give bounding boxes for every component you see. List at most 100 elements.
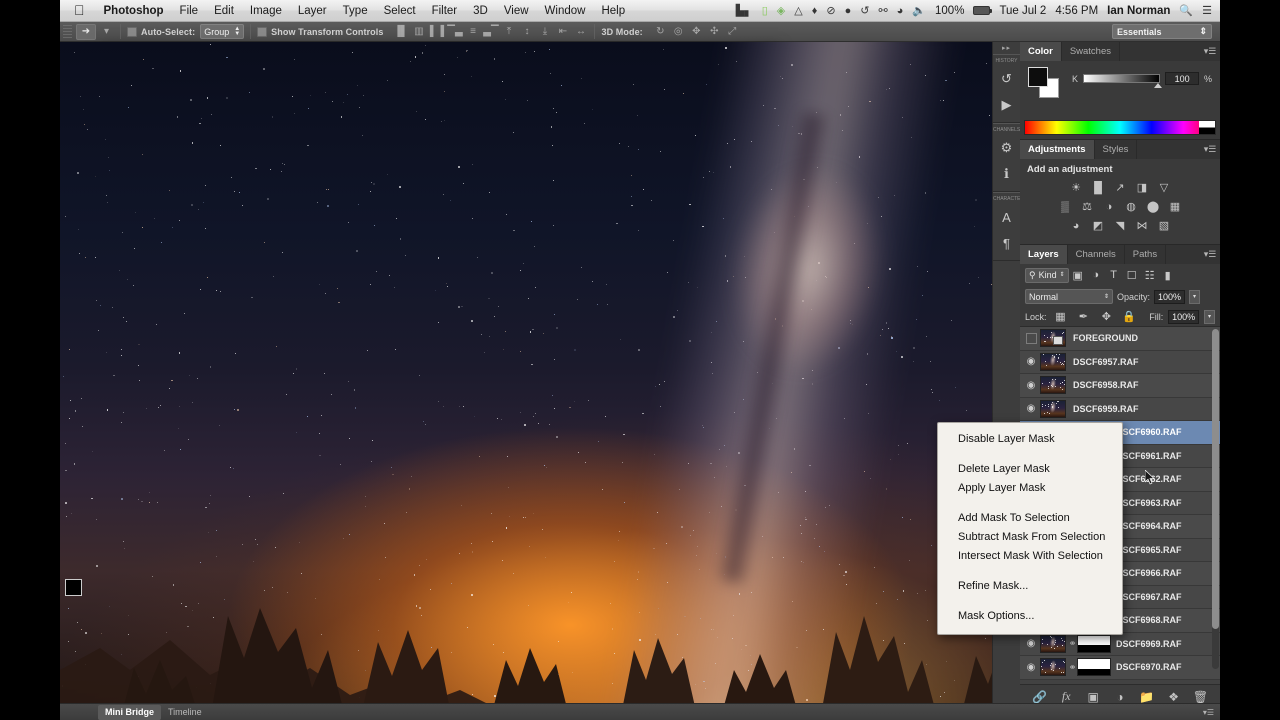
filter-smart-icon[interactable]: ☷ bbox=[1141, 267, 1159, 283]
history-icon[interactable]: ↺ bbox=[995, 67, 1019, 91]
bottom-bar-menu-icon[interactable]: ▾☰ bbox=[1203, 708, 1220, 717]
new-layer-icon[interactable]: ❖ bbox=[1165, 690, 1183, 704]
color-balance-icon[interactable]: ⚖ bbox=[1078, 198, 1097, 215]
distribute-left-icon[interactable]: ⇤ bbox=[555, 24, 570, 39]
layer-name[interactable]: DSCF6967.RAF bbox=[1116, 592, 1182, 602]
volume-icon[interactable]: 🔈 bbox=[912, 4, 926, 17]
properties-icon[interactable]: ⚙ bbox=[995, 136, 1019, 160]
new-adjustment-layer-icon[interactable]: ◑ bbox=[1111, 690, 1129, 704]
cloud-icon[interactable]: △ bbox=[794, 4, 802, 17]
layer-name[interactable]: DSCF6969.RAF bbox=[1116, 639, 1182, 649]
context-menu-item-add-mask-to-selection[interactable]: Add Mask To Selection bbox=[938, 509, 1122, 528]
hue-saturation-icon[interactable]: ▒ bbox=[1056, 198, 1075, 215]
tab-styles[interactable]: Styles bbox=[1095, 140, 1138, 159]
channel-mixer-icon[interactable]: ⬤ bbox=[1144, 198, 1163, 215]
menu-item-window[interactable]: Window bbox=[537, 5, 594, 17]
eye-visible-icon[interactable]: ◉ bbox=[1022, 403, 1040, 414]
distribute-top-icon[interactable]: ⤒ bbox=[501, 24, 516, 39]
pan-3d-icon[interactable]: ✥ bbox=[689, 24, 704, 39]
foreground-color-swatch[interactable] bbox=[65, 579, 82, 596]
dock-grip[interactable]: ▸▸ bbox=[993, 42, 1020, 54]
align-right-edges-icon[interactable]: ▌▐ bbox=[429, 24, 444, 39]
layer-row[interactable]: ◉ ⚭ DSCF6969.RAF bbox=[1020, 633, 1220, 657]
layer-name[interactable]: DSCF6959.RAF bbox=[1073, 404, 1139, 414]
opacity-stepper[interactable]: ▾ bbox=[1189, 290, 1200, 304]
link-layers-icon[interactable]: 🔗 bbox=[1030, 690, 1048, 704]
tab-paths[interactable]: Paths bbox=[1125, 245, 1166, 264]
filter-toggle-switch[interactable]: ▮ bbox=[1159, 267, 1177, 283]
invert-icon[interactable]: ◕ bbox=[1067, 217, 1086, 234]
panel-menu-icon[interactable]: ▾☰ bbox=[1200, 140, 1220, 159]
layer-name[interactable]: DSCF6961.RAF bbox=[1116, 451, 1182, 461]
align-horizontal-centers-icon[interactable]: ▥ bbox=[411, 24, 426, 39]
layer-name[interactable]: DSCF6964.RAF bbox=[1116, 521, 1182, 531]
distribute-bottom-icon[interactable]: ⤓ bbox=[537, 24, 552, 39]
menu-item-select[interactable]: Select bbox=[376, 5, 424, 17]
layer-list-scrollbar[interactable] bbox=[1212, 329, 1219, 669]
tab-layers[interactable]: Layers bbox=[1020, 245, 1068, 264]
eye-visible-icon[interactable]: ◉ bbox=[1022, 356, 1040, 367]
lock-image-icon[interactable]: ✒ bbox=[1074, 309, 1092, 325]
apple-icon[interactable]:  bbox=[60, 2, 96, 20]
eye-visible-icon[interactable]: ◉ bbox=[1022, 638, 1040, 649]
layer-name[interactable]: DSCF6966.RAF bbox=[1116, 568, 1182, 578]
layer-name[interactable]: DSCF6960.RAF bbox=[1116, 427, 1182, 437]
context-menu-item-apply-layer-mask[interactable]: Apply Layer Mask bbox=[938, 479, 1122, 498]
context-menu-item-subtract-mask-from-selection[interactable]: Subtract Mask From Selection bbox=[938, 528, 1122, 547]
tab-channels[interactable]: Channels bbox=[1068, 245, 1125, 264]
menu-item-help[interactable]: Help bbox=[593, 5, 633, 17]
menu-bar-date[interactable]: Tue Jul 2 bbox=[999, 5, 1046, 17]
delete-layer-icon[interactable]: 🗑 bbox=[1191, 690, 1209, 704]
filter-shape-icon[interactable]: ☐ bbox=[1123, 267, 1141, 283]
align-vertical-centers-icon[interactable]: ≡ bbox=[465, 24, 480, 39]
tab-mini-bridge[interactable]: Mini Bridge bbox=[98, 705, 161, 720]
wifi-icon[interactable]: ◕ bbox=[897, 5, 904, 17]
actions-play-icon[interactable]: ▶ bbox=[995, 93, 1019, 117]
levels-icon[interactable]: █ bbox=[1089, 179, 1108, 196]
eye-visible-icon[interactable]: ◉ bbox=[1022, 380, 1040, 391]
lock-transparent-icon[interactable]: ▦ bbox=[1052, 309, 1070, 325]
rotate-3d-icon[interactable]: ↻ bbox=[653, 24, 668, 39]
fill-value[interactable]: 100% bbox=[1168, 310, 1199, 324]
move-tool-icon[interactable]: ➜ bbox=[76, 24, 96, 40]
context-menu-item-mask-options[interactable]: Mask Options... bbox=[938, 607, 1122, 626]
distribute-horizontal-center-icon[interactable]: ↔ bbox=[573, 24, 588, 39]
layer-mask-thumbnail[interactable] bbox=[1077, 658, 1111, 676]
k-channel-slider[interactable] bbox=[1083, 74, 1160, 83]
prohibit-icon[interactable]: ⊘ bbox=[826, 4, 835, 17]
tab-timeline[interactable]: Timeline bbox=[161, 705, 209, 720]
menu-item-edit[interactable]: Edit bbox=[206, 5, 242, 17]
align-bottom-edges-icon[interactable]: ▃▔ bbox=[483, 24, 498, 39]
opacity-value[interactable]: 100% bbox=[1154, 290, 1185, 304]
align-left-edges-icon[interactable]: ▐▌ bbox=[393, 24, 408, 39]
k-channel-value[interactable]: 100 bbox=[1165, 72, 1199, 85]
signal-icon[interactable]: ▙▖ bbox=[736, 4, 753, 17]
foreground-color-swatch[interactable] bbox=[1028, 67, 1048, 87]
show-transform-checkbox[interactable] bbox=[257, 27, 267, 37]
bluetooth-icon[interactable]: ⚯ bbox=[878, 4, 887, 17]
auto-select-dropdown[interactable]: Group ▲ ▼ bbox=[200, 24, 244, 39]
slider-thumb-icon[interactable] bbox=[1154, 83, 1162, 88]
exposure-icon[interactable]: ◨ bbox=[1133, 179, 1152, 196]
vibrance-icon[interactable]: ▽ bbox=[1155, 179, 1174, 196]
filter-adjustment-icon[interactable]: ◑ bbox=[1087, 267, 1105, 283]
character-icon[interactable]: A bbox=[995, 205, 1019, 229]
color-lookup-icon[interactable]: ▦ bbox=[1166, 198, 1185, 215]
layer-thumbnail[interactable] bbox=[1040, 329, 1066, 347]
curves-icon[interactable]: ↗ bbox=[1111, 179, 1130, 196]
battery-icon[interactable] bbox=[973, 6, 990, 15]
layer-thumbnail[interactable] bbox=[1040, 635, 1066, 653]
layer-row[interactable]: ◉ ⚭ DSCF6970.RAF bbox=[1020, 656, 1220, 680]
mask-link-icon[interactable]: ⚭ bbox=[1068, 662, 1077, 673]
list-icon[interactable]: ☰ bbox=[1202, 4, 1212, 17]
fill-stepper[interactable]: ▾ bbox=[1204, 310, 1215, 324]
posterize-icon[interactable]: ◩ bbox=[1089, 217, 1108, 234]
battery-percent[interactable]: 100% bbox=[935, 5, 964, 17]
workspace-switcher[interactable]: Essentials ⇕ bbox=[1112, 24, 1212, 39]
layer-row[interactable]: ◉ DSCF6957.RAF bbox=[1020, 351, 1220, 375]
layer-thumbnail[interactable] bbox=[1040, 353, 1066, 371]
auto-select-checkbox[interactable] bbox=[127, 27, 137, 37]
tool-preset-chevron-icon[interactable]: ▾ bbox=[99, 24, 114, 39]
tab-adjustments[interactable]: Adjustments bbox=[1020, 140, 1095, 159]
menu-app-name[interactable]: Photoshop bbox=[96, 5, 172, 17]
